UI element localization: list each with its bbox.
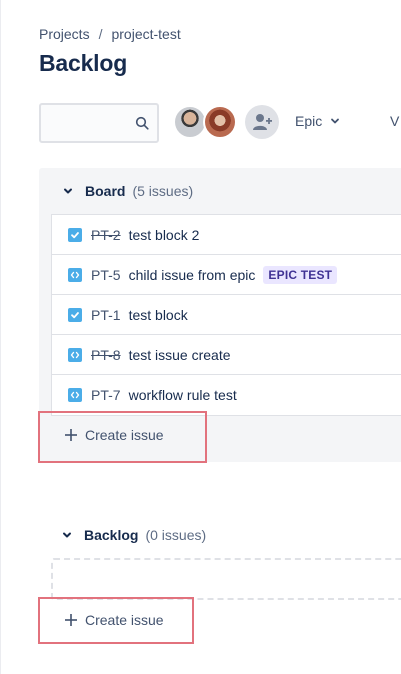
epic-lozenge[interactable]: EPIC TEST bbox=[263, 265, 338, 284]
subtask-icon bbox=[68, 267, 82, 282]
issue-row[interactable]: PT-7 workflow rule test bbox=[52, 375, 401, 415]
epic-filter-label: Epic bbox=[295, 113, 323, 129]
task-checkbox-icon bbox=[68, 227, 82, 242]
board-section-header[interactable]: Board (5 issues) bbox=[61, 183, 193, 199]
issue-summary: test block bbox=[128, 306, 188, 323]
board-issue-list: PT-2 test block 2 PT-5 child issue from epi… bbox=[51, 214, 401, 416]
breadcrumb-separator: / bbox=[98, 26, 103, 42]
issue-key[interactable]: PT-5 bbox=[91, 267, 121, 283]
page-title: Backlog bbox=[39, 50, 128, 76]
subtask-icon bbox=[68, 347, 82, 362]
task-checkbox-icon bbox=[68, 307, 82, 322]
subtask-icon bbox=[68, 388, 82, 402]
avatar[interactable] bbox=[173, 105, 207, 139]
create-issue-label: Create issue bbox=[85, 427, 164, 443]
backlog-empty-dropzone[interactable] bbox=[51, 558, 401, 600]
board-issue-count: (5 issues) bbox=[132, 183, 194, 199]
avatar[interactable] bbox=[203, 105, 237, 139]
plus-icon bbox=[65, 614, 77, 626]
issue-summary: test block 2 bbox=[128, 226, 200, 243]
issue-summary: child issue from epic bbox=[128, 266, 256, 283]
backlog-section-title: Backlog bbox=[84, 527, 139, 543]
chevron-down-icon bbox=[63, 532, 71, 538]
search-icon[interactable] bbox=[135, 116, 149, 130]
board-section-title: Board bbox=[85, 183, 126, 199]
chevron-down-icon bbox=[331, 118, 340, 124]
board-sprint-section: Board (5 issues) PT-2 test block 2 PT-5 chi… bbox=[39, 168, 401, 462]
breadcrumb-projects-link[interactable]: Projects bbox=[39, 26, 90, 42]
add-person-icon bbox=[253, 114, 272, 130]
issue-row[interactable]: PT-5 child issue from epic EPIC TEST bbox=[52, 255, 401, 295]
search-box[interactable] bbox=[39, 103, 159, 143]
issue-key[interactable]: PT-2 bbox=[91, 227, 121, 243]
plus-icon bbox=[65, 429, 77, 441]
issue-key[interactable]: PT-1 bbox=[91, 307, 121, 323]
issue-key[interactable]: PT-8 bbox=[91, 347, 121, 363]
issue-summary: test issue create bbox=[128, 346, 231, 363]
breadcrumb: Projects / project-test bbox=[39, 26, 181, 42]
breadcrumb-project-link[interactable]: project-test bbox=[111, 26, 180, 42]
left-divider bbox=[0, 0, 1, 674]
epic-filter-dropdown[interactable]: Epic bbox=[295, 113, 340, 129]
issue-key[interactable]: PT-7 bbox=[91, 387, 121, 403]
backlog-create-issue-button[interactable]: Create issue bbox=[65, 612, 164, 628]
search-input[interactable] bbox=[41, 105, 131, 141]
create-issue-label: Create issue bbox=[85, 612, 164, 628]
board-create-issue-button[interactable]: Create issue bbox=[65, 427, 164, 443]
chevron-down-icon bbox=[64, 188, 72, 194]
backlog-section-header[interactable]: Backlog (0 issues) bbox=[60, 527, 206, 543]
issue-summary: workflow rule test bbox=[128, 387, 237, 403]
version-filter-dropdown[interactable]: V bbox=[390, 113, 399, 129]
add-people-button[interactable] bbox=[245, 105, 279, 139]
issue-row[interactable]: PT-1 test block bbox=[52, 295, 401, 335]
issue-row[interactable]: PT-8 test issue create bbox=[52, 335, 401, 375]
backlog-issue-count: (0 issues) bbox=[145, 527, 207, 543]
issue-row[interactable]: PT-2 test block 2 bbox=[52, 215, 401, 255]
toolbar: Epic V bbox=[39, 103, 401, 143]
